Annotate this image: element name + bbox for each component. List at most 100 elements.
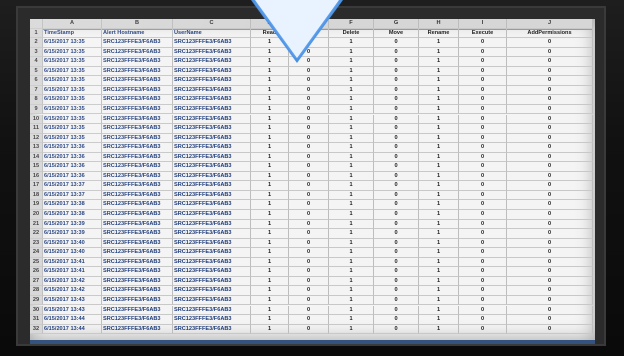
table-cell[interactable]: AddPermissions	[507, 28, 593, 39]
table-cell[interactable]: 6/15/2017 13:38	[43, 200, 102, 210]
table-cell[interactable]: 1	[329, 190, 374, 201]
table-cell[interactable]: 6/15/2017 13:35	[43, 133, 102, 144]
table-cell[interactable]: SRC123FFFE3/F6AB3	[173, 229, 251, 239]
table-cell[interactable]: 0	[507, 114, 593, 124]
table-cell[interactable]: 0	[459, 200, 507, 210]
table-cell[interactable]: 0	[289, 76, 329, 86]
table-cell[interactable]: 6/15/2017 13:41	[43, 267, 102, 277]
table-cell[interactable]: 1	[419, 104, 459, 115]
table-cell[interactable]: 1	[419, 114, 459, 124]
table-cell[interactable]: SRC123FFFE3/F6AB3	[173, 286, 251, 296]
table-cell[interactable]: TimeStamp	[43, 28, 102, 39]
row-number-cell[interactable]: 17	[30, 181, 43, 191]
table-cell[interactable]: 0	[507, 152, 593, 163]
table-cell[interactable]: 1	[329, 85, 374, 96]
row-number-cell[interactable]: 12	[30, 133, 43, 144]
table-cell[interactable]: 0	[507, 219, 593, 230]
table-cell[interactable]: 0	[459, 305, 507, 315]
table-cell[interactable]: SRC123FFFE3/F6AB3	[173, 210, 251, 220]
table-cell[interactable]: 0	[374, 229, 419, 239]
table-cell[interactable]: 0	[507, 162, 593, 172]
table-cell[interactable]: 0	[374, 171, 419, 182]
table-cell[interactable]: 0	[374, 38, 419, 48]
table-cell[interactable]: 1	[251, 219, 289, 230]
table-cell[interactable]: SRC123FFFE3/F6AB3	[102, 66, 173, 77]
table-cell[interactable]: 6/15/2017 13:39	[43, 219, 102, 230]
table-cell[interactable]: 1	[419, 57, 459, 67]
table-cell[interactable]: SRC123FFFE3/F6AB3	[102, 38, 173, 48]
table-cell[interactable]: 0	[289, 210, 329, 220]
table-cell[interactable]: SRC123FFFE3/F6AB3	[102, 171, 173, 182]
table-cell[interactable]: SRC123FFFE3/F6AB3	[102, 190, 173, 201]
table-cell[interactable]: SRC123FFFE3/F6AB3	[173, 124, 251, 134]
table-cell[interactable]: 0	[374, 152, 419, 163]
row-number-cell[interactable]: 8	[30, 95, 43, 105]
table-cell[interactable]: 6/15/2017 13:36	[43, 171, 102, 182]
table-cell[interactable]: 0	[289, 143, 329, 153]
table-cell[interactable]: 0	[507, 171, 593, 182]
table-cell[interactable]: 0	[459, 133, 507, 144]
table-cell[interactable]: 0	[507, 85, 593, 96]
table-cell[interactable]: SRC123FFFE3/F6AB3	[173, 57, 251, 67]
table-cell[interactable]: 0	[507, 238, 593, 249]
table-cell[interactable]: 1	[329, 104, 374, 115]
row-number-cell[interactable]: 27	[30, 276, 43, 287]
table-cell[interactable]: 1	[419, 66, 459, 77]
table-cell[interactable]: 0	[459, 66, 507, 77]
table-cell[interactable]: SRC123FFFE3/F6AB3	[102, 210, 173, 220]
table-cell[interactable]: 1	[251, 152, 289, 163]
table-cell[interactable]: 0	[507, 295, 593, 306]
column-header-cell[interactable]	[30, 19, 43, 29]
table-cell[interactable]: 6/15/2017 13:35	[43, 104, 102, 115]
table-cell[interactable]: 0	[289, 114, 329, 124]
table-cell[interactable]: 1	[419, 124, 459, 134]
table-cell[interactable]: 1	[251, 143, 289, 153]
table-cell[interactable]: 0	[507, 324, 593, 335]
table-cell[interactable]: 1	[329, 286, 374, 296]
table-cell[interactable]: SRC123FFFE3/F6AB3	[173, 190, 251, 201]
table-cell[interactable]: 1	[251, 315, 289, 325]
table-cell[interactable]: 0	[507, 257, 593, 268]
table-cell[interactable]: SRC123FFFE3/F6AB3	[173, 76, 251, 86]
table-cell[interactable]: 0	[374, 219, 419, 230]
table-cell[interactable]: 0	[289, 133, 329, 144]
table-cell[interactable]: 1	[419, 95, 459, 105]
table-cell[interactable]: 6/15/2017 13:35	[43, 66, 102, 77]
table-cell[interactable]: 0	[374, 248, 419, 258]
row-number-cell[interactable]: 13	[30, 143, 43, 153]
row-number-cell[interactable]: 25	[30, 257, 43, 268]
table-cell[interactable]: 6/15/2017 13:43	[43, 295, 102, 306]
table-cell[interactable]: 1	[251, 210, 289, 220]
table-cell[interactable]: 0	[459, 162, 507, 172]
table-cell[interactable]: 1	[251, 295, 289, 306]
table-cell[interactable]: SRC123FFFE3/F6AB3	[102, 315, 173, 325]
table-cell[interactable]: SRC123FFFE3/F6AB3	[102, 248, 173, 258]
table-cell[interactable]: 1	[419, 238, 459, 249]
table-cell[interactable]: 0	[374, 190, 419, 201]
table-cell[interactable]: 0	[507, 315, 593, 325]
table-cell[interactable]: 0	[507, 248, 593, 258]
table-cell[interactable]: 1	[329, 171, 374, 182]
table-cell[interactable]: 1	[251, 324, 289, 335]
table-cell[interactable]: 0	[289, 162, 329, 172]
row-number-cell[interactable]: 7	[30, 85, 43, 96]
table-cell[interactable]: 0	[289, 171, 329, 182]
table-cell[interactable]: SRC123FFFE3/F6AB3	[102, 200, 173, 210]
table-cell[interactable]: SRC123FFFE3/F6AB3	[102, 267, 173, 277]
table-cell[interactable]: 0	[374, 257, 419, 268]
table-cell[interactable]: 6/15/2017 13:44	[43, 315, 102, 325]
table-cell[interactable]: 6/15/2017 13:36	[43, 162, 102, 172]
table-cell[interactable]: 1	[251, 181, 289, 191]
table-cell[interactable]: SRC123FFFE3/F6AB3	[173, 181, 251, 191]
table-cell[interactable]: 1	[329, 162, 374, 172]
table-cell[interactable]: SRC123FFFE3/F6AB3	[173, 162, 251, 172]
table-cell[interactable]: 1	[419, 257, 459, 268]
table-cell[interactable]: 0	[459, 190, 507, 201]
table-cell[interactable]: 1	[329, 152, 374, 163]
row-number-cell[interactable]: 4	[30, 57, 43, 67]
table-cell[interactable]: SRC123FFFE3/F6AB3	[102, 324, 173, 335]
table-cell[interactable]: SRC123FFFE3/F6AB3	[173, 171, 251, 182]
table-cell[interactable]: 1	[419, 248, 459, 258]
table-cell[interactable]: 0	[507, 66, 593, 77]
table-cell[interactable]: 0	[289, 324, 329, 335]
